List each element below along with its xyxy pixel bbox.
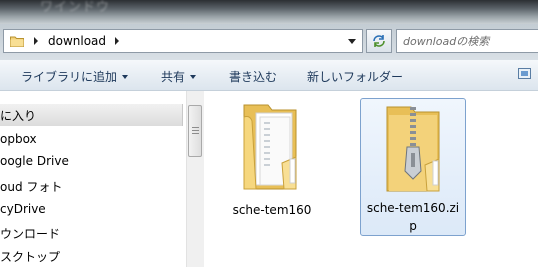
refresh-button[interactable] <box>366 29 392 53</box>
search-box[interactable] <box>396 29 538 53</box>
chevron-down-icon <box>190 75 197 79</box>
window-title-ghost: ワインドウ <box>40 0 139 15</box>
window-titlebar: ワインドウ <box>0 0 538 24</box>
nav-item-dropbox[interactable]: opbox <box>0 132 37 146</box>
preview-pane-icon[interactable] <box>518 68 531 79</box>
grip-line <box>192 133 199 134</box>
add-to-library-button[interactable]: ライブラリに追加 <box>21 68 129 85</box>
burn-button[interactable]: 書き込む <box>229 68 277 85</box>
nav-item-label: に入り <box>0 109 37 123</box>
address-bar[interactable]: download <box>3 29 363 53</box>
burn-label: 書き込む <box>229 70 278 84</box>
nav-item-label: スクトップ <box>0 250 61 264</box>
file-item-folder[interactable]: sche-tem160 <box>220 99 324 219</box>
nav-item-label: cyDrive <box>0 202 46 216</box>
nav-item-desktop[interactable]: スクトップ <box>0 248 60 265</box>
folder-icon <box>243 104 297 190</box>
search-input[interactable] <box>403 31 537 51</box>
new-folder-label: 新しいフォルダー <box>307 70 404 84</box>
grip-line <box>192 130 199 131</box>
zip-folder-icon <box>386 106 440 192</box>
file-list: sche-tem160 sche-tem160.zi p <box>204 91 538 267</box>
address-dropdown-icon[interactable] <box>348 39 356 44</box>
scrollbar-thumb[interactable] <box>188 105 202 157</box>
add-to-library-label: ライブラリに追加 <box>21 70 118 84</box>
command-bar: ライブラリに追加 共有 書き込む 新しいフォルダー <box>0 60 538 91</box>
navigation-pane: に入り opbox oogle Drive oud フォト cyDrive ウン… <box>0 91 186 267</box>
nav-item-label: oogle Drive <box>0 154 69 168</box>
share-label: 共有 <box>161 70 186 84</box>
nav-item-label: ウンロード <box>0 227 61 241</box>
chevron-down-icon <box>122 75 129 79</box>
file-item-zip[interactable]: sche-tem160.zi p <box>360 98 466 236</box>
nav-item-downloads[interactable]: ウンロード <box>0 225 60 242</box>
nav-item-label: opbox <box>0 132 37 146</box>
file-name-label-line1: sche-tem160.zi <box>366 201 460 215</box>
nav-item-google-drive[interactable]: oogle Drive <box>0 154 69 168</box>
refresh-icon <box>373 35 385 47</box>
nav-item-icloud-photos[interactable]: oud フォト <box>0 178 62 195</box>
file-name-label-line2: p <box>409 219 417 233</box>
new-folder-button[interactable]: 新しいフォルダー <box>307 68 403 85</box>
nav-item-copydrive[interactable]: cyDrive <box>0 202 46 216</box>
breadcrumb-separator-icon[interactable] <box>115 37 119 45</box>
grip-line <box>192 127 199 128</box>
nav-item-favorites[interactable]: に入り <box>0 104 183 126</box>
breadcrumb-separator-icon[interactable] <box>34 37 38 45</box>
address-bar-row: download <box>0 24 538 60</box>
breadcrumb-item-download[interactable]: download <box>48 34 106 48</box>
nav-item-label: oud フォト <box>0 180 63 194</box>
folder-icon <box>10 36 24 47</box>
nav-scrollbar[interactable] <box>186 91 204 267</box>
file-name-label: sche-tem160 <box>232 203 312 217</box>
share-button[interactable]: 共有 <box>161 68 197 85</box>
